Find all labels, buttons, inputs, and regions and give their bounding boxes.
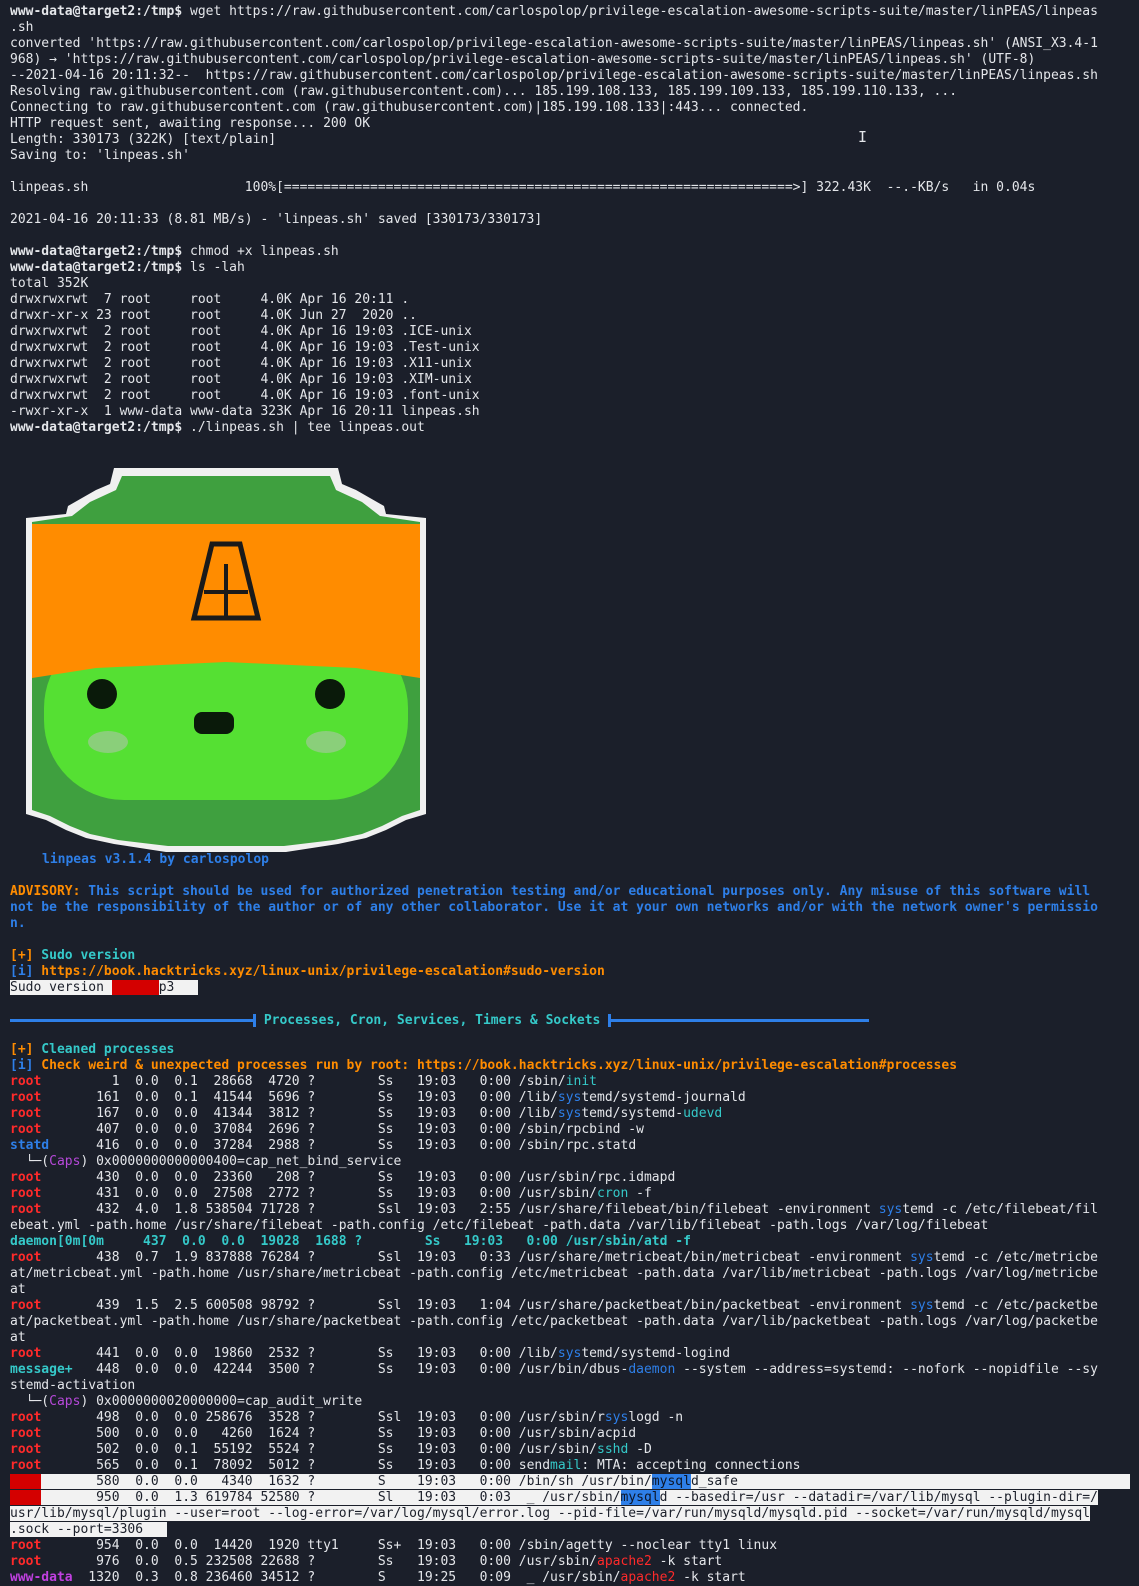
process-row: root 441 0.0 0.0 19860 2532 ? Ss 19:03 0… — [10, 1346, 731, 1361]
process-row: root 432 4.0 1.8 538504 71728 ? Ssl 19:0… — [10, 1202, 1098, 1217]
process-row-wrap: at/metricbeat.yml -path.home /usr/share/… — [10, 1266, 1098, 1281]
sudo-version-vulnerable: 1.8.10 — [111, 980, 159, 995]
capabilities-line: └─(Caps) 0x0000000020000000=cap_audit_wr… — [10, 1394, 363, 1409]
output-line: 968) → 'https://raw.githubusercontent.co… — [10, 52, 1036, 67]
process-row-highlighted: root 580 0.0 0.0 4340 1632 ? S 19:03 0:0… — [10, 1474, 1130, 1490]
output-line: Saving to: 'linpeas.sh' — [10, 148, 191, 163]
process-row: root 502 0.0 0.1 55192 5524 ? Ss 19:03 0… — [10, 1442, 652, 1457]
process-row: message+ 448 0.0 0.0 42244 3500 ? Ss 19:… — [10, 1362, 1098, 1377]
process-row: daemon[0m[0m 437 0.0 0.0 19028 1688 ? Ss… — [10, 1234, 691, 1249]
process-row-highlighted-wrap: .sock --port=3306 — [10, 1522, 167, 1537]
advisory-label: ADVISORY: — [10, 884, 81, 899]
advisory-text: This script should be used for authorize… — [80, 884, 1091, 899]
shell-prompt: www-data@target2:/tmp$ — [10, 260, 183, 275]
process-row: www-data 1320 0.3 0.8 236460 34512 ? S 1… — [10, 1570, 746, 1585]
process-row-highlighted-wrap: usr/lib/mysql/plugin --user=root --log-e… — [10, 1506, 1091, 1521]
process-row: root 500 0.0 0.0 4260 1624 ? Ss 19:03 0:… — [10, 1426, 637, 1441]
process-row: root 565 0.0 0.1 78092 5012 ? Ss 19:03 0… — [10, 1458, 801, 1473]
info-marker: [i] — [10, 964, 34, 979]
listing-row: drwxrwxrwt 7 root root 4.0K Apr 16 20:11… — [10, 292, 410, 307]
process-row: root 439 1.5 2.5 600508 98792 ? Ssl 19:0… — [10, 1298, 1098, 1313]
process-row: root 976 0.0 0.5 232508 22688 ? Ss 19:03… — [10, 1554, 723, 1569]
output-line: total 352K — [10, 276, 89, 291]
download-progress: linpeas.sh 100%[========================… — [10, 180, 1036, 195]
process-row: root 167 0.0 0.0 41344 3812 ? Ss 19:03 0… — [10, 1106, 723, 1121]
section-title: Processes, Cron, Services, Timers & Sock… — [256, 1013, 609, 1028]
process-row: root 430 0.0 0.0 23360 208 ? Ss 19:03 0:… — [10, 1170, 676, 1185]
output-line: Connecting to raw.githubusercontent.com … — [10, 100, 809, 115]
process-row: root 1 0.0 0.1 28668 4720 ? Ss 19:03 0:0… — [10, 1074, 598, 1089]
process-row: root 431 0.0 0.0 27508 2772 ? Ss 19:03 0… — [10, 1186, 652, 1201]
info-marker: [i] — [10, 1058, 34, 1073]
divider-line-left — [10, 1019, 253, 1022]
command-ls: ls -lah — [182, 260, 245, 275]
process-row: root 438 0.7 1.9 837888 76284 ? Ssl 19:0… — [10, 1250, 1098, 1265]
process-row: root 161 0.0 0.1 41544 5696 ? Ss 19:03 0… — [10, 1090, 746, 1105]
output-line: Length: 330173 (322K) [text/plain] — [10, 132, 277, 147]
terminal[interactable]: www-data@target2:/tmp$ wget https://raw.… — [10, 4, 1130, 436]
sudo-version-label: Sudo version — [10, 980, 112, 995]
linpeas-output[interactable]: linpeas v3.1.4 by carlospolop ADVISORY: … — [10, 852, 1130, 1586]
output-line: 2021-04-16 20:11:33 (8.81 MB/s) - 'linpe… — [10, 212, 543, 227]
plus-marker: [+] — [10, 948, 34, 963]
sudo-version-suffix: p3 — [158, 980, 198, 995]
output-line: .sh — [10, 20, 34, 35]
process-row-wrap: at — [10, 1330, 26, 1345]
process-row: root 407 0.0 0.0 37084 2696 ? Ss 19:03 0… — [10, 1122, 644, 1137]
advisory-text: not be the responsibility of the author … — [10, 900, 1098, 915]
process-row: statd 416 0.0 0.0 37284 2988 ? Ss 19:03 … — [10, 1138, 637, 1153]
process-row-wrap: stemd-activation — [10, 1378, 136, 1393]
section-divider: Processes, Cron, Services, Timers & Sock… — [10, 1012, 1130, 1030]
shell-prompt: www-data@target2:/tmp$ — [10, 420, 183, 435]
listing-row: drwxrwxrwt 2 root root 4.0K Apr 16 19:03… — [10, 388, 480, 403]
processes-check-link[interactable]: Check weird & unexpected processes run b… — [33, 1058, 957, 1073]
divider-line-right — [611, 1019, 870, 1022]
shell-prompt: www-data@target2:/tmp$ — [10, 4, 183, 19]
listing-row: drwxr-xr-x 23 root root 4.0K Jun 27 2020… — [10, 308, 417, 323]
shell-prompt: www-data@target2:/tmp$ — [10, 244, 183, 259]
advisory-text: n. — [10, 916, 26, 931]
linpeas-logo-image — [26, 468, 426, 852]
output-line: converted 'https://raw.githubusercontent… — [10, 36, 1098, 51]
listing-row: -rwxr-xr-x 1 www-data www-data 323K Apr … — [10, 404, 480, 419]
process-row-wrap: at — [10, 1282, 26, 1297]
listing-row: drwxrwxrwt 2 root root 4.0K Apr 16 19:03… — [10, 324, 472, 339]
command-linpeas: ./linpeas.sh | tee linpeas.out — [182, 420, 425, 435]
listing-row: drwxrwxrwt 2 root root 4.0K Apr 16 19:03… — [10, 340, 480, 355]
process-row-wrap: ebeat.yml -path.home /usr/share/filebeat… — [10, 1218, 989, 1233]
process-row-wrap: at/packetbeat.yml -path.home /usr/share/… — [10, 1314, 1098, 1329]
processes-heading: Cleaned processes — [33, 1042, 175, 1057]
sudo-heading: Sudo version — [33, 948, 136, 963]
process-row-highlighted: root 950 0.0 1.3 619784 52580 ? Sl 19:03… — [10, 1490, 1098, 1505]
linpeas-banner: linpeas v3.1.4 by carlospolop — [42, 852, 269, 867]
process-row: root 954 0.0 0.0 14420 1920 tty1 Ss+ 19:… — [10, 1538, 778, 1553]
listing-row: drwxrwxrwt 2 root root 4.0K Apr 16 19:03… — [10, 356, 472, 371]
output-line: HTTP request sent, awaiting response... … — [10, 116, 371, 131]
text-cursor-icon: I — [858, 128, 868, 146]
output-line: Resolving raw.githubusercontent.com (raw… — [10, 84, 958, 99]
capabilities-line: └─(Caps) 0x0000000000000400=cap_net_bind… — [10, 1154, 402, 1169]
command-chmod: chmod +x linpeas.sh — [182, 244, 339, 259]
command-wget: wget https://raw.githubusercontent.com/c… — [182, 4, 1098, 19]
process-row: root 498 0.0 0.0 258676 3528 ? Ssl 19:03… — [10, 1410, 684, 1425]
sudo-link[interactable]: https://book.hacktricks.xyz/linux-unix/p… — [33, 964, 605, 979]
listing-row: drwxrwxrwt 2 root root 4.0K Apr 16 19:03… — [10, 372, 472, 387]
plus-marker: [+] — [10, 1042, 34, 1057]
output-line: --2021-04-16 20:11:32-- https://raw.gith… — [10, 68, 1098, 83]
